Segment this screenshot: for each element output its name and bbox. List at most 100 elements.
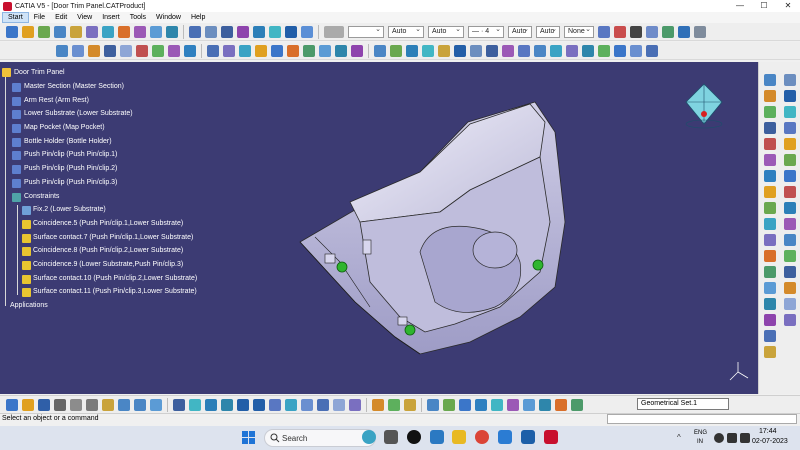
multi-view-icon[interactable] <box>285 398 297 411</box>
whats-this-icon[interactable] <box>150 398 162 411</box>
fit-all-icon[interactable] <box>189 398 201 411</box>
edge-icon[interactable] <box>498 430 512 444</box>
fix-together-icon[interactable] <box>269 25 281 38</box>
point-tool-icon[interactable] <box>459 398 471 411</box>
new-icon[interactable] <box>6 25 18 38</box>
word-icon[interactable] <box>521 430 535 444</box>
annotation-icon[interactable] <box>207 44 219 57</box>
geometrical-set-select[interactable]: Geometrical Set.1 <box>637 398 729 410</box>
tool-icon[interactable] <box>764 234 776 246</box>
push-pin-clip-2[interactable] <box>532 259 544 271</box>
plane-icon[interactable] <box>630 44 642 57</box>
minimize-button[interactable]: — <box>728 0 752 12</box>
clock-time[interactable]: 17:44 <box>759 428 777 435</box>
tool-icon[interactable] <box>764 74 776 86</box>
tool-icon[interactable] <box>764 282 776 294</box>
product-icon[interactable] <box>38 25 50 38</box>
iso-view-icon[interactable] <box>301 398 313 411</box>
split-icon[interactable] <box>470 44 482 57</box>
tool-icon[interactable] <box>764 250 776 262</box>
flag-note-icon[interactable] <box>223 44 235 57</box>
tool-icon[interactable] <box>764 122 776 134</box>
line-weight-select[interactable]: — · 4 <box>468 25 504 38</box>
tool-icon[interactable] <box>764 138 776 150</box>
publication-icon[interactable] <box>271 44 283 57</box>
tool-icon[interactable] <box>764 170 776 182</box>
tool-icon[interactable] <box>784 282 796 294</box>
replace-component-icon[interactable] <box>102 25 114 38</box>
layer-select[interactable]: None <box>564 25 594 38</box>
graph-tree-icon[interactable] <box>118 25 130 38</box>
menu-view[interactable]: View <box>72 12 97 23</box>
undo-icon[interactable] <box>118 398 130 411</box>
tree-item-push-pin-clip-3[interactable]: Push Pin/clip (Push Pin/clip.3) <box>24 179 117 186</box>
task-view-icon[interactable] <box>384 430 398 444</box>
pocket-icon[interactable] <box>319 44 331 57</box>
push-pin-clip-3[interactable] <box>404 324 416 336</box>
catalog-icon[interactable] <box>678 25 690 38</box>
tree-item-lower-substrate[interactable]: Lower Substrate (Lower Substrate) <box>24 110 133 117</box>
snap-icon[interactable] <box>72 44 84 57</box>
catia-taskbar-icon[interactable] <box>544 430 558 444</box>
menu-help[interactable]: Help <box>186 12 210 23</box>
text-icon[interactable] <box>239 44 251 57</box>
fx-icon[interactable] <box>630 25 642 38</box>
tree-item-constraints[interactable]: Constraints <box>24 193 59 200</box>
cut-icon[interactable] <box>70 398 82 411</box>
point-icon[interactable] <box>598 44 610 57</box>
reset-position-icon[interactable] <box>166 25 178 38</box>
fill-icon[interactable] <box>438 44 450 57</box>
tool-icon[interactable] <box>784 234 796 246</box>
extrude-icon[interactable] <box>390 44 402 57</box>
distance-icon[interactable] <box>168 44 180 57</box>
close-button[interactable]: ✕ <box>776 0 800 12</box>
symmetry-icon[interactable] <box>335 44 347 57</box>
point-type-select[interactable]: Auto <box>536 25 560 38</box>
line-icon[interactable] <box>614 44 626 57</box>
revolve-icon[interactable] <box>406 44 418 57</box>
clock-date[interactable]: 02-07-2023 <box>752 438 788 445</box>
tree-item-push-pin-clip-1[interactable]: Push Pin/clip (Push Pin/clip.1) <box>24 151 117 158</box>
normal-view-icon[interactable] <box>269 398 281 411</box>
color-select[interactable]: Auto <box>388 25 424 38</box>
color-swatch[interactable] <box>324 25 344 38</box>
line-tool-icon[interactable] <box>475 398 487 411</box>
pattern-icon[interactable] <box>351 44 363 57</box>
sweep-icon[interactable] <box>374 44 386 57</box>
tree-item-bottle-holder[interactable]: Bottle Holder (Bottle Holder) <box>24 138 112 145</box>
fix-icon[interactable] <box>253 25 265 38</box>
formula-icon[interactable] <box>614 25 626 38</box>
tool-icon[interactable] <box>784 170 796 182</box>
chevron-up-icon[interactable]: ^ <box>677 433 687 443</box>
open-icon[interactable] <box>22 398 34 411</box>
tree-item-coincidence-9[interactable]: Coincidence.9 (Lower Substrate,Push Pin/… <box>33 261 183 268</box>
lens-app-icon[interactable] <box>430 430 444 444</box>
tree-item-surface-contact-7[interactable]: Surface contact.7 (Push Pin/clip.1,Lower… <box>33 234 193 241</box>
tool-icon[interactable] <box>784 202 796 214</box>
painter-icon[interactable] <box>598 25 610 38</box>
cache-icon[interactable] <box>372 398 384 411</box>
line-type-select[interactable]: Auto <box>508 25 532 38</box>
battery-icon[interactable] <box>740 433 750 443</box>
renumber-icon[interactable] <box>134 25 146 38</box>
windows-start-icon[interactable] <box>242 431 256 445</box>
media-player-icon[interactable] <box>407 430 421 444</box>
analysis-tool-icon[interactable] <box>555 398 567 411</box>
translate-icon[interactable] <box>550 44 562 57</box>
menu-start[interactable]: Start <box>2 12 29 23</box>
blend-icon[interactable] <box>422 44 434 57</box>
plane-tool-icon[interactable] <box>491 398 503 411</box>
tool-icon[interactable] <box>784 138 796 150</box>
tool-icon[interactable] <box>764 330 776 342</box>
tool-icon[interactable] <box>764 314 776 326</box>
sectioning-icon[interactable] <box>152 44 164 57</box>
tree-item-applications[interactable]: Applications <box>10 302 48 309</box>
redo-icon[interactable] <box>134 398 146 411</box>
knowledge-icon[interactable] <box>694 25 706 38</box>
tool-icon[interactable] <box>784 90 796 102</box>
menu-tools[interactable]: Tools <box>125 12 151 23</box>
tool-icon[interactable] <box>764 266 776 278</box>
hole-icon[interactable] <box>303 44 315 57</box>
tool-icon[interactable] <box>784 122 796 134</box>
component-icon[interactable] <box>70 25 82 38</box>
